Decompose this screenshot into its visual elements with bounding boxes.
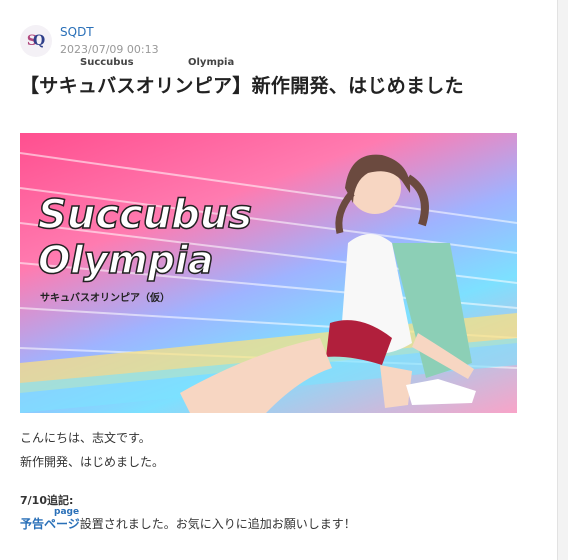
link-ruby-page: page <box>54 507 80 517</box>
avatar-letter-q: Q <box>32 33 46 49</box>
title-ruby-olympia: Olympia <box>188 57 235 68</box>
preview-page-link-label: 予告ページ <box>20 517 80 531</box>
hero-image: Succubus Olympia サキュバスオリンピア（仮） <box>20 133 517 413</box>
author-meta: SQDT 2023/07/09 00:13 <box>60 24 159 58</box>
paragraph: こんにちは、志文です。 <box>20 431 151 445</box>
post-date: 2023/07/09 00:13 <box>60 43 159 56</box>
preview-page-link[interactable]: page 予告ページ <box>20 507 80 531</box>
article-body: こんにちは、志文です。 新作開発、はじめました。 <box>20 426 164 474</box>
note-text: 設置されました。お気に入りに追加お願いします！ <box>79 517 356 531</box>
author-name[interactable]: SQDT <box>60 24 159 41</box>
hero-illustration: Succubus Olympia サキュバスオリンピア（仮） <box>20 152 517 413</box>
note-line: page 予告ページ設置されました。お気に入りに追加お願いします！ <box>20 507 356 532</box>
article-title: 【サキュバスオリンピア】新作開発、はじめました <box>20 75 464 97</box>
avatar[interactable]: SQ <box>20 25 52 57</box>
paragraph: 新作開発、はじめました。 <box>20 455 165 469</box>
author-block: SQ SQDT 2023/07/09 00:13 <box>20 24 159 58</box>
logo-line2: Olympia <box>38 238 214 282</box>
scrollbar-track[interactable] <box>557 0 568 560</box>
logo-line1: Succubus <box>38 192 252 238</box>
logo-subtitle: サキュバスオリンピア（仮） <box>40 291 170 304</box>
note-heading: 7/10追記: <box>20 494 74 507</box>
title-ruby-succubus: Succubus <box>80 57 134 68</box>
article-title-block: Succubus Olympia 【サキュバスオリンピア】新作開発、はじめました <box>20 57 540 99</box>
